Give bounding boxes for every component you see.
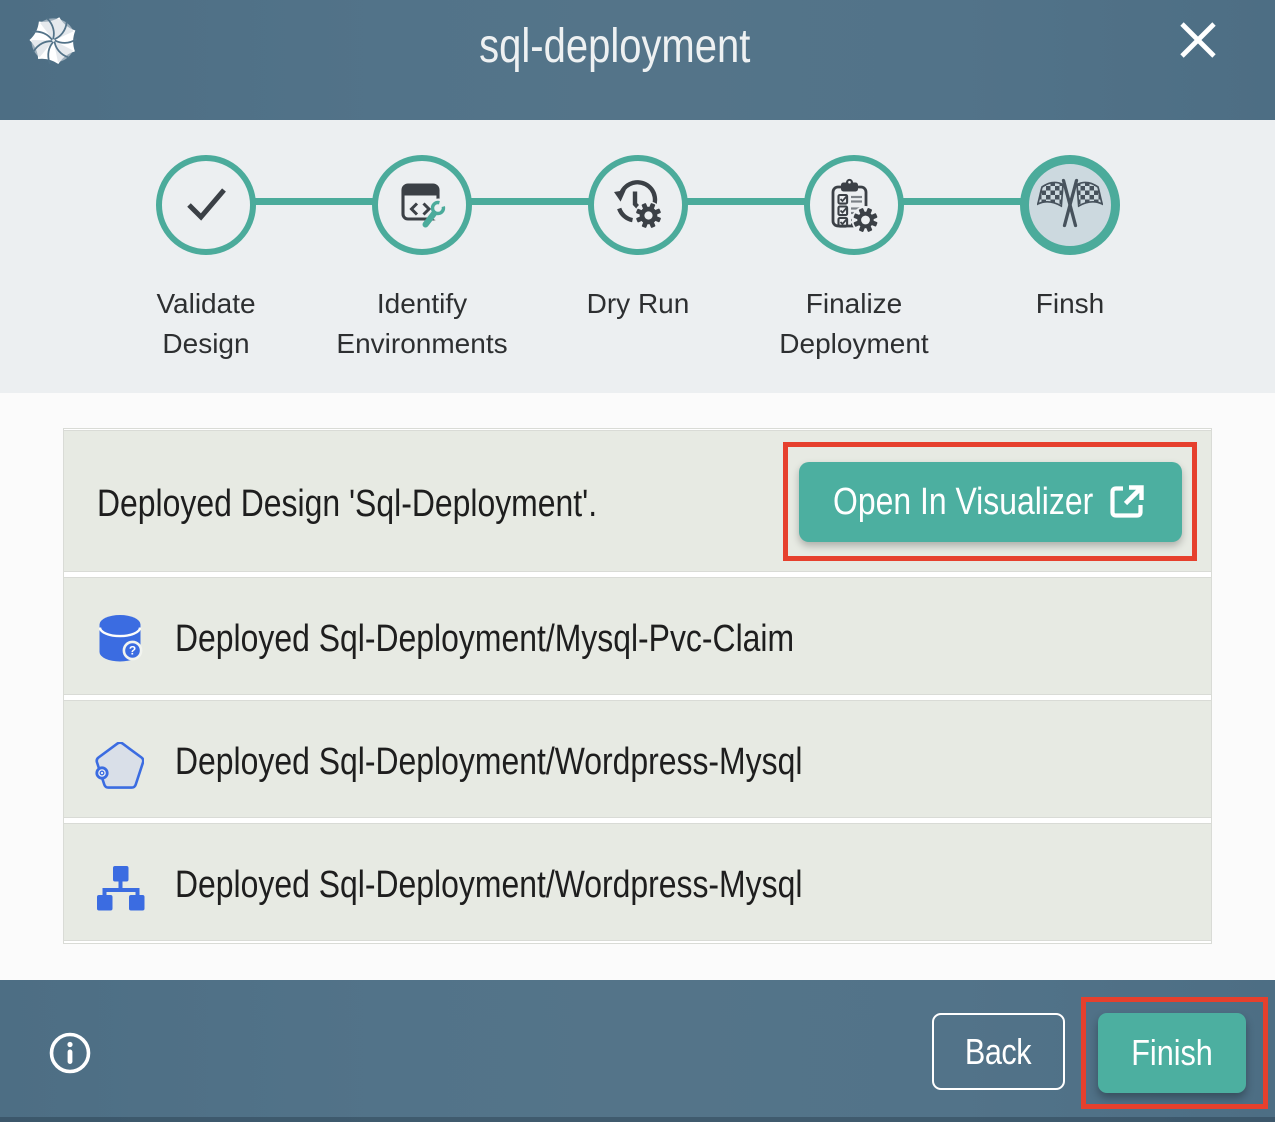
svg-text:?: ? xyxy=(129,644,136,658)
